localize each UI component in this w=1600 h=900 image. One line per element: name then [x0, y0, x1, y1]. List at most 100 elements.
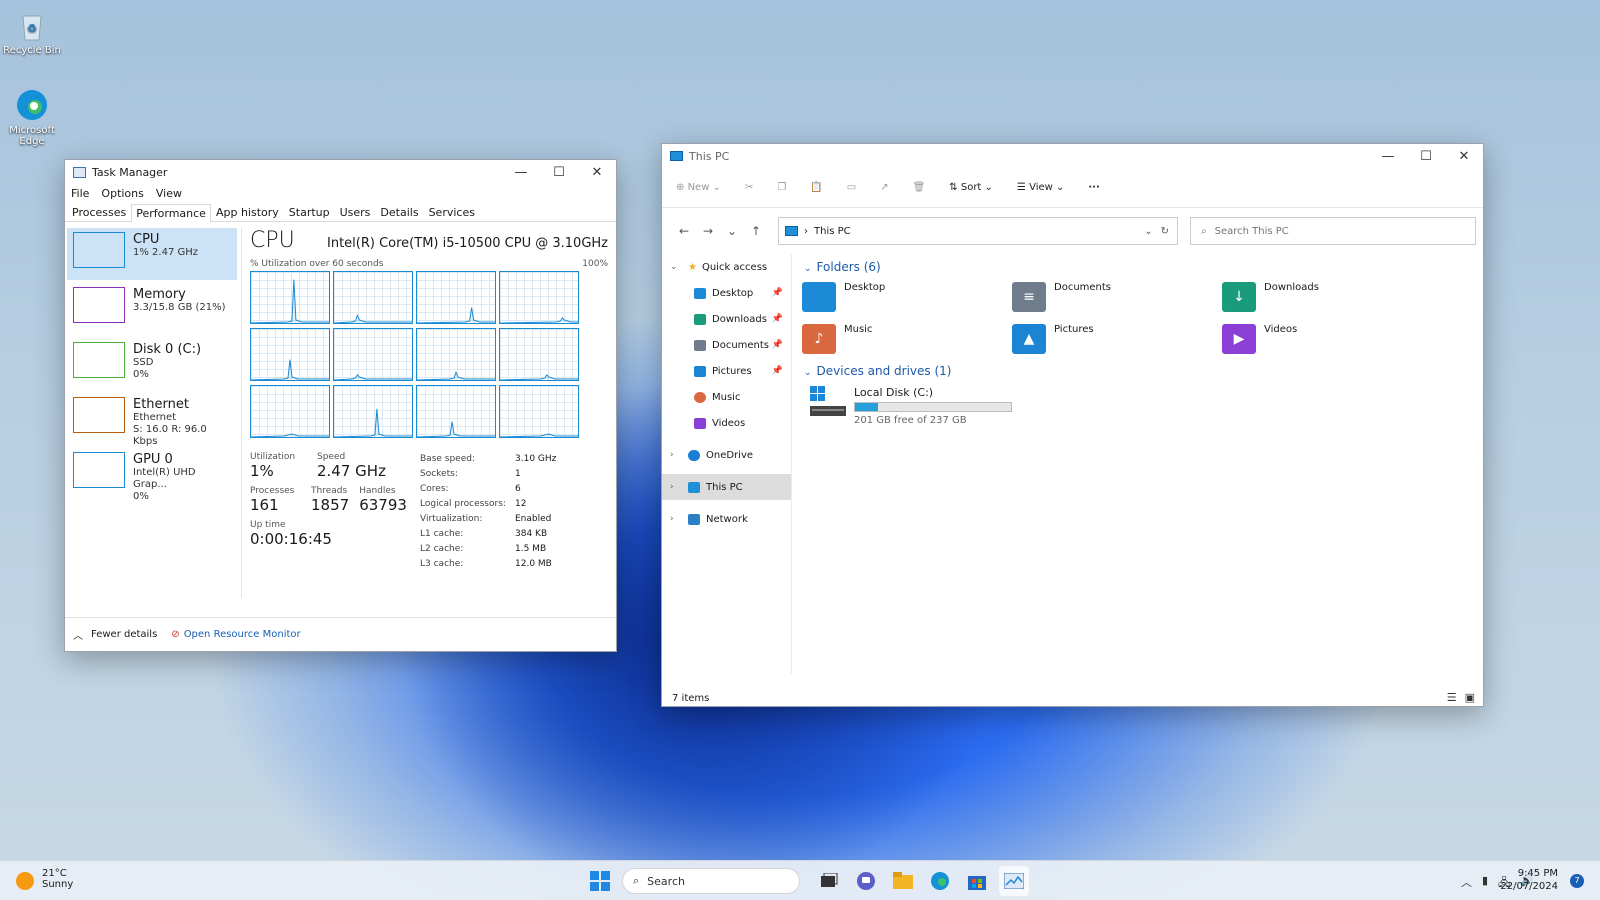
folder-desktop[interactable]: Desktop — [802, 282, 1012, 312]
file-explorer-taskbar-icon[interactable] — [888, 866, 918, 896]
minimize-icon[interactable]: — — [502, 160, 540, 184]
tab-services[interactable]: Services — [424, 203, 480, 221]
forward-arrow-icon[interactable]: → — [696, 224, 720, 238]
resource-gpu[interactable]: GPU 0 Intel(R) UHD Grap... 0% — [67, 448, 237, 502]
drives-section-header[interactable]: ⌄ Devices and drives (1) — [802, 364, 1472, 378]
delete-icon[interactable]: 🗑 — [913, 182, 926, 193]
more-options-button[interactable]: ··· — [1088, 182, 1099, 193]
folder-label: Desktop — [844, 282, 886, 293]
sidebar-item-music[interactable]: Music — [662, 384, 791, 410]
sidebar-item-network[interactable]: › Network — [662, 506, 791, 532]
weather-widget[interactable]: 21°C Sunny — [16, 868, 73, 890]
recent-chevron-icon[interactable]: ⌄ — [720, 224, 744, 238]
paste-icon[interactable]: 📋 — [810, 182, 822, 193]
sidebar-item-this-pc[interactable]: › This PC — [662, 474, 791, 500]
gpu-mini-graph — [73, 452, 125, 488]
chevron-down-icon[interactable]: ⌄ — [670, 262, 678, 272]
sort-label: Sort — [960, 182, 982, 193]
tab-details[interactable]: Details — [375, 203, 423, 221]
show-hidden-icons-chevron-icon[interactable]: ︿ — [1461, 874, 1472, 893]
notification-badge[interactable]: 7 — [1570, 874, 1584, 888]
resource-cpu[interactable]: CPU 1% 2.47 GHz — [67, 228, 237, 280]
sidebar-item-pictures[interactable]: Pictures 📌 — [662, 358, 791, 384]
folder-videos[interactable]: ▶ Videos — [1222, 324, 1432, 354]
menu-view[interactable]: View — [156, 187, 182, 200]
edge-taskbar-icon[interactable] — [925, 866, 955, 896]
resource-memory[interactable]: Memory 3.3/15.8 GB (21%) — [67, 283, 237, 335]
status-item-count: 7 items — [672, 693, 710, 704]
logical-processor-graph — [416, 328, 496, 381]
resource-detail: 0% — [133, 369, 149, 380]
tab-startup[interactable]: Startup — [284, 203, 335, 221]
folder-label: Documents — [1054, 282, 1112, 293]
search-input[interactable]: ⌕ Search This PC — [1190, 217, 1476, 245]
menu-file[interactable]: File — [71, 187, 89, 200]
edge-desktop-icon[interactable]: Microsoft Edge — [0, 88, 64, 147]
sidebar-item-documents[interactable]: Documents 📌 — [662, 332, 791, 358]
close-icon[interactable]: ✕ — [578, 160, 616, 184]
network-icon — [688, 513, 700, 525]
stat-label: Processes — [250, 486, 295, 496]
minimize-icon[interactable]: — — [1369, 144, 1407, 168]
tab-performance[interactable]: Performance — [131, 204, 211, 222]
clock[interactable]: 9:45 PM 22/07/2024 — [1500, 867, 1558, 893]
task-manager-footer: ︿ Fewer details ⊘ Open Resource Monitor — [65, 617, 616, 651]
address-bar[interactable]: › This PC ⌄ ↻ — [778, 217, 1178, 245]
sidebar-item-videos[interactable]: Videos — [662, 410, 791, 436]
details-view-icon[interactable]: ☰ — [1447, 691, 1457, 704]
share-icon[interactable]: ↗ — [880, 182, 888, 193]
chevron-up-icon[interactable]: ︿ — [73, 627, 83, 642]
chevron-right-icon[interactable]: › — [670, 482, 674, 492]
cut-icon[interactable]: ✂ — [745, 182, 753, 193]
sidebar-item-quick-access[interactable]: ⌄ ★ Quick access — [662, 254, 791, 280]
teams-chat-icon[interactable] — [851, 866, 881, 896]
rename-icon[interactable]: ▭ — [847, 182, 856, 193]
task-manager-taskbar-icon[interactable] — [999, 866, 1029, 896]
store-icon[interactable] — [962, 866, 992, 896]
detail-key: L3 cache: — [420, 559, 464, 569]
folder-documents[interactable]: ≡ Documents — [1012, 282, 1222, 312]
folder-music[interactable]: ♪ Music — [802, 324, 1012, 354]
back-arrow-icon[interactable]: ← — [672, 224, 696, 238]
refresh-icon[interactable]: ↻ — [1161, 226, 1169, 237]
fewer-details-button[interactable]: Fewer details — [91, 629, 157, 640]
address-dropdown-icon[interactable]: ⌄ — [1144, 226, 1152, 237]
chevron-right-icon[interactable]: › — [670, 450, 674, 460]
open-resource-monitor-link[interactable]: Open Resource Monitor — [184, 629, 301, 640]
sort-button[interactable]: ⇅ Sort ⌄ — [949, 182, 993, 193]
start-button[interactable] — [585, 866, 615, 896]
folder-pictures[interactable]: ▲ Pictures — [1012, 324, 1222, 354]
close-icon[interactable]: ✕ — [1445, 144, 1483, 168]
task-manager-titlebar[interactable]: Task Manager — ☐ ✕ — [65, 160, 616, 184]
up-arrow-icon[interactable]: ↑ — [744, 224, 768, 238]
resource-ethernet[interactable]: Ethernet Ethernet S: 16.0 R: 96.0 Kbps — [67, 393, 237, 447]
detail-value: 12.0 MB — [515, 559, 552, 569]
sidebar-item-label: Downloads — [712, 313, 767, 325]
explorer-titlebar[interactable]: This PC — ☐ ✕ — [662, 144, 1483, 168]
logical-processor-graph — [250, 328, 330, 381]
stat-label: Threads — [311, 486, 348, 496]
maximize-icon[interactable]: ☐ — [540, 160, 578, 184]
chevron-right-icon[interactable]: › — [670, 514, 674, 524]
taskbar-search[interactable]: ⌕ Search — [622, 868, 800, 894]
usb-icon[interactable]: ▮ — [1482, 874, 1488, 893]
tab-processes[interactable]: Processes — [67, 203, 131, 221]
resource-disk[interactable]: Disk 0 (C:) SSD 0% — [67, 338, 237, 390]
tiles-view-icon[interactable]: ▣ — [1465, 691, 1475, 704]
copy-icon[interactable]: ❐ — [777, 182, 786, 193]
new-button[interactable]: ⊕ New ⌄ — [676, 182, 721, 193]
menu-options[interactable]: Options — [101, 187, 143, 200]
sidebar-item-desktop[interactable]: Desktop 📌 — [662, 280, 791, 306]
view-button[interactable]: ☰ View ⌄ — [1017, 182, 1064, 193]
folders-section-header[interactable]: ⌄ Folders (6) — [802, 260, 1472, 274]
search-icon: ⌕ — [1201, 225, 1207, 237]
maximize-icon[interactable]: ☐ — [1407, 144, 1445, 168]
tab-app-history[interactable]: App history — [211, 203, 284, 221]
folder-downloads[interactable]: ↓ Downloads — [1222, 282, 1432, 312]
sidebar-item-downloads[interactable]: Downloads 📌 — [662, 306, 791, 332]
sidebar-item-onedrive[interactable]: › OneDrive — [662, 442, 791, 468]
drive-local-disk-c[interactable]: Local Disk (C:) 201 GB free of 237 GB — [810, 386, 1472, 426]
tab-users[interactable]: Users — [335, 203, 376, 221]
recycle-bin-icon[interactable]: ♻ Recycle Bin — [0, 8, 64, 56]
task-view-icon[interactable] — [814, 866, 844, 896]
